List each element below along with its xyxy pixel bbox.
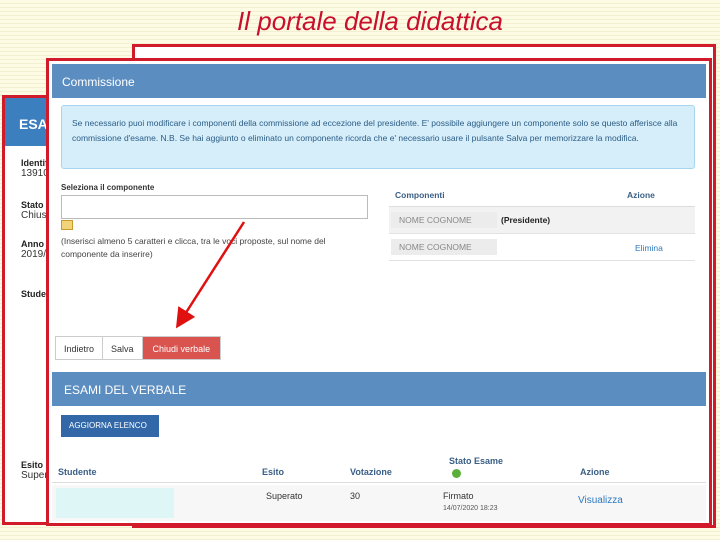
search-hint: (Inserisci almeno 5 caratteri e clicca, … [61,236,326,259]
table-row: NOME COGNOME (Presidente) [389,207,695,234]
table-row: Superato 30 Firmato 14/07/2020 18:23 Vis… [52,485,706,521]
header-componenti: Componenti [395,190,445,200]
commissione-window: Commissione Se necessario puoi modificar… [46,58,712,526]
exam-esito: Superato [266,491,303,501]
close-verbale-button[interactable]: Chiudi verbale [142,337,221,359]
esami-section-header: ESAMI DEL VERBALE [52,372,706,406]
refresh-list-button[interactable]: AGGIORNA ELENCO [61,415,159,437]
member-name: NOME COGNOME [391,239,497,255]
member-role: (Presidente) [501,215,551,225]
pencil-icon[interactable] [61,220,73,230]
commissione-header: Commissione [52,64,706,98]
header-azione: Azione [627,190,655,200]
components-table-header: Componenti Azione [389,183,695,207]
exams-table-header: Studente Esito Votazione Stato Esame Azi… [52,453,706,483]
header-stato-esame: Stato Esame [449,456,504,466]
components-table: Componenti Azione NOME COGNOME (Presiden… [389,183,695,261]
exam-votazione: 30 [350,491,361,501]
select-component-label: Seleziona il componente [61,183,155,192]
header-esito: Esito [262,467,285,477]
header-studente: Studente [58,467,97,477]
slide-title: Il portale della didattica [237,6,503,36]
remove-member-link[interactable]: Elimina [635,243,663,253]
component-search-input[interactable] [61,195,368,219]
status-ok-icon [452,469,461,478]
save-button[interactable]: Salva [103,337,143,359]
header-azione-esami: Azione [580,467,610,477]
member-name: NOME COGNOME [391,212,497,228]
student-cell [56,488,174,518]
table-row: NOME COGNOME Elimina [389,234,695,261]
field-identificativo: Identif 13910 [21,158,49,179]
exam-stato: Firmato [443,491,474,501]
info-alert: Se necessario puoi modificare i componen… [61,105,695,169]
header-votazione: Votazione [350,467,392,477]
exam-stato-date: 14/07/2020 18:23 [443,505,498,512]
back-button[interactable]: Indietro [56,337,104,359]
action-button-group: Indietro Salva Chiudi verbale [55,336,222,360]
view-exam-link[interactable]: Visualizza [578,495,623,506]
